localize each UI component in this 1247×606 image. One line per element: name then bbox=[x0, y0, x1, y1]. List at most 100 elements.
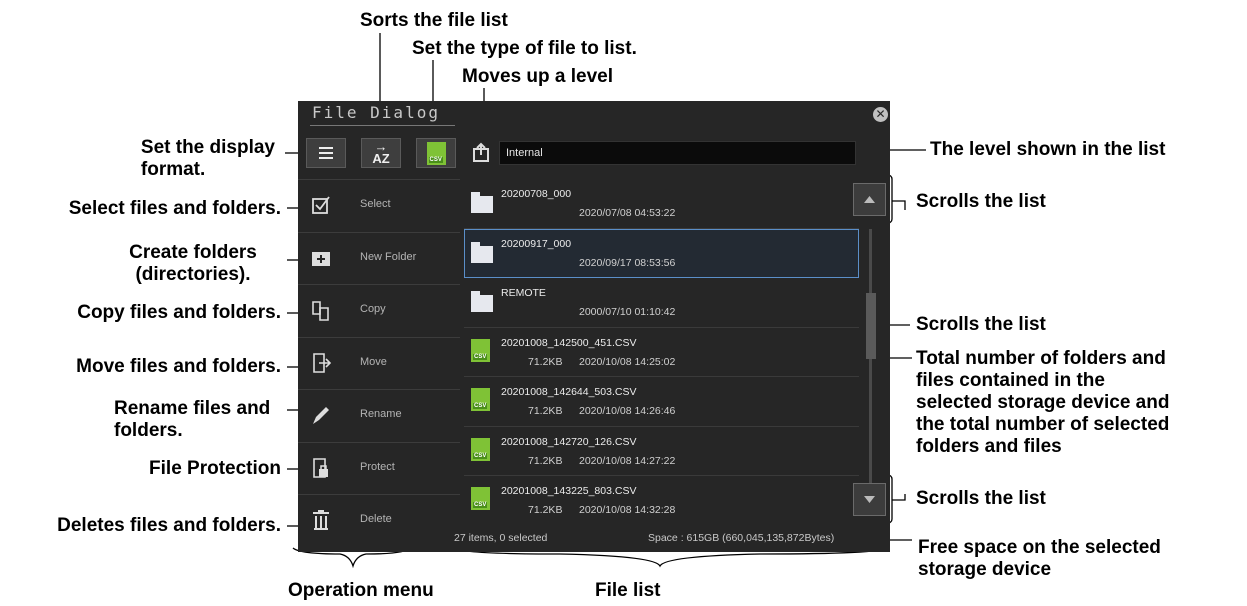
status-space: Space : 615GB (660,045,135,872Bytes) bbox=[648, 532, 835, 544]
folder-icon bbox=[471, 291, 493, 312]
file-size: 71.2KB bbox=[528, 504, 563, 516]
new-folder-icon bbox=[312, 251, 330, 266]
status-items: 27 items, 0 selected bbox=[454, 532, 548, 544]
operation-menu: Select New Folder Copy Move Rename Prote… bbox=[298, 179, 460, 547]
file-name: 20200917_000 bbox=[501, 237, 572, 250]
annotation-set-type: Set the type of file to list. bbox=[412, 38, 637, 59]
display-format-button[interactable] bbox=[306, 138, 346, 168]
scroll-up-button[interactable] bbox=[853, 183, 886, 216]
file-type-button[interactable]: CSV bbox=[416, 138, 456, 168]
folder-icon bbox=[471, 241, 493, 263]
pencil-icon bbox=[313, 407, 329, 424]
annotation-scroll-mid: Scrolls the list bbox=[916, 314, 1046, 335]
annotation-total-line5: folders and files bbox=[916, 436, 1062, 457]
annotation-protect: File Protection bbox=[149, 458, 281, 479]
sort-button[interactable]: → AZ bbox=[361, 138, 401, 168]
menu-item-protect[interactable]: Protect bbox=[298, 441, 460, 495]
csv-badge: CSV bbox=[428, 156, 443, 163]
csv-icon: CSV bbox=[426, 141, 446, 165]
copy-icon bbox=[312, 301, 329, 321]
menu-item-select[interactable]: Select bbox=[298, 179, 460, 232]
annotation-level: The level shown in the list bbox=[930, 139, 1166, 160]
csv-badge: CSV bbox=[473, 452, 488, 459]
file-name: 20200708_000 bbox=[501, 188, 572, 200]
dialog-title: File Dialog bbox=[312, 103, 440, 122]
up-level-button[interactable] bbox=[472, 141, 492, 163]
move-icon bbox=[313, 352, 332, 373]
annotation-scroll-down: Scrolls the list bbox=[916, 488, 1046, 509]
file-size: 71.2KB bbox=[528, 405, 563, 417]
annotation-create-line1: Create folders bbox=[129, 242, 257, 263]
csv-file-icon: CSV bbox=[471, 487, 493, 510]
annotation-move: Move files and folders. bbox=[76, 356, 281, 377]
file-size: 71.2KB bbox=[528, 454, 563, 467]
status-bar: 27 items, 0 selected Space : 615GB (660,… bbox=[298, 529, 890, 549]
file-size: 71.2KB bbox=[528, 355, 563, 368]
annotation-moves-up: Moves up a level bbox=[462, 66, 614, 87]
file-date: 2020/07/08 04:53:22 bbox=[579, 207, 676, 219]
file-name: 20201008_142644_503.CSV bbox=[501, 386, 637, 398]
file-date: 2020/10/08 14:25:02 bbox=[579, 355, 676, 368]
file-row[interactable]: CSV 20201008_142500_451.CSV 71.2KB 2020/… bbox=[464, 328, 859, 377]
annotation-rename-line1: Rename files and bbox=[114, 398, 271, 419]
scroll-down-button[interactable] bbox=[853, 483, 886, 516]
annotation-total-line4: the total number of selected bbox=[916, 414, 1170, 435]
menu-item-copy[interactable]: Copy bbox=[298, 284, 460, 337]
scroll-thumb[interactable] bbox=[866, 293, 876, 359]
annotation-select: Select files and folders. bbox=[68, 198, 281, 219]
annotation-display-format-line1: Set the display bbox=[140, 137, 275, 158]
annotation-sorts: Sorts the file list bbox=[360, 10, 508, 31]
close-button[interactable]: ✕ bbox=[873, 107, 888, 122]
csv-file-icon: CSV bbox=[471, 388, 493, 411]
annotation-create: Create folders (directories). bbox=[108, 242, 278, 286]
annotation-operation-menu: Operation menu bbox=[288, 580, 434, 601]
annotation-free-line1: Free space on the selected bbox=[918, 537, 1161, 558]
file-date: 2000/07/10 01:10:42 bbox=[579, 306, 676, 318]
triangle-down-icon bbox=[864, 496, 875, 503]
annotation-display-format: Set the display format. bbox=[141, 137, 275, 181]
title-bar: File Dialog ✕ bbox=[298, 101, 890, 127]
file-name: 20201008_143225_803.CSV bbox=[501, 485, 637, 497]
csv-badge: CSV bbox=[473, 502, 488, 508]
file-row-selected[interactable]: 20200917_000 2020/09/17 08:53:56 bbox=[464, 228, 859, 278]
annotation-free-line2: storage device bbox=[918, 559, 1052, 580]
file-name: REMOTE bbox=[501, 287, 546, 299]
file-row[interactable]: REMOTE 2000/07/10 01:10:42 bbox=[464, 278, 859, 328]
menu-label-move: Move bbox=[360, 355, 387, 368]
file-list: 20200708_000 2020/07/08 04:53:22 2020091… bbox=[464, 179, 859, 526]
checkbox-icon bbox=[312, 196, 330, 214]
triangle-up-icon bbox=[864, 196, 875, 203]
annotation-rename-line2: folders. bbox=[114, 420, 183, 441]
menu-item-new-folder[interactable]: New Folder bbox=[298, 231, 460, 285]
annotation-display-format-line2: format. bbox=[140, 159, 206, 180]
file-row[interactable]: CSV 20201008_142644_503.CSV 71.2KB 2020/… bbox=[464, 377, 859, 427]
menu-label-select: Select bbox=[360, 198, 391, 210]
annotation-free-space: Free space on the selected storage devic… bbox=[918, 537, 1161, 581]
file-dialog: File Dialog ✕ → AZ CSV Internal Select Ne… bbox=[298, 101, 890, 552]
folder-icon bbox=[471, 192, 493, 213]
path-field[interactable]: Internal bbox=[499, 141, 856, 165]
file-row[interactable]: CSV 20201008_143225_803.CSV 71.2KB 2020/… bbox=[464, 476, 859, 526]
file-date: 2020/10/08 14:32:28 bbox=[579, 504, 676, 516]
file-date: 2020/09/17 08:53:56 bbox=[579, 256, 676, 269]
annotation-total-line1: Total number of folders and bbox=[916, 348, 1166, 369]
csv-badge: CSV bbox=[473, 403, 488, 409]
trash-icon bbox=[313, 510, 329, 530]
annotation-total-line2: files contained in the bbox=[916, 370, 1105, 391]
lock-icon bbox=[313, 457, 328, 478]
menu-item-move[interactable]: Move bbox=[298, 336, 460, 390]
annotation-create-line2: (directories). bbox=[135, 264, 251, 285]
file-row[interactable]: 20200708_000 2020/07/08 04:53:22 bbox=[464, 179, 859, 229]
menu-label-copy: Copy bbox=[360, 303, 386, 315]
csv-file-icon: CSV bbox=[471, 338, 493, 362]
annotation-scroll-up: Scrolls the list bbox=[916, 191, 1046, 212]
file-row[interactable]: CSV 20201008_142720_126.CSV 71.2KB 2020/… bbox=[464, 427, 859, 476]
list-icon bbox=[319, 147, 333, 159]
menu-label-protect: Protect bbox=[360, 460, 395, 473]
file-name: 20201008_142500_451.CSV bbox=[501, 336, 637, 349]
annotation-total: Total number of folders and files contai… bbox=[916, 348, 1169, 458]
csv-file-icon: CSV bbox=[471, 437, 493, 461]
annotation-delete: Deletes files and folders. bbox=[57, 515, 281, 536]
menu-item-rename[interactable]: Rename bbox=[298, 389, 460, 442]
file-date: 2020/10/08 14:27:22 bbox=[579, 454, 676, 467]
